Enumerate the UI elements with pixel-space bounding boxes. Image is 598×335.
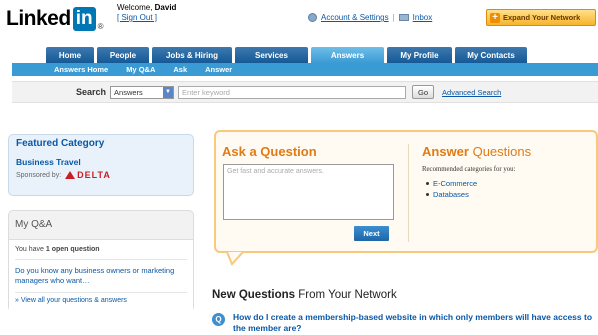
- welcome-block: Welcome, David [ Sign Out ]: [117, 3, 176, 23]
- open-questions-prefix: You have: [15, 246, 44, 253]
- subnav-ask[interactable]: Ask: [173, 65, 187, 74]
- answer-title-a: Answer: [422, 144, 469, 159]
- account-settings-icon: [308, 13, 317, 22]
- question-textarea[interactable]: Get fast and accurate answers.: [223, 164, 394, 220]
- my-qa-body: You have 1 open question Do you know any…: [9, 239, 193, 312]
- my-qa-title: My Q&A: [15, 219, 53, 230]
- subnav-answer[interactable]: Answer: [205, 65, 232, 74]
- delta-logo[interactable]: DELTA: [65, 170, 111, 180]
- category-link[interactable]: E-Commerce: [433, 179, 477, 188]
- tab-jobs-hiring[interactable]: Jobs & Hiring: [152, 47, 232, 63]
- featured-category-link[interactable]: Business Travel: [16, 157, 186, 167]
- featured-category-title: Featured Category: [16, 138, 105, 149]
- open-questions-line: You have 1 open question: [15, 246, 187, 260]
- sign-out-link[interactable]: [ Sign Out ]: [117, 13, 157, 22]
- subnav-my-qa[interactable]: My Q&A: [126, 65, 155, 74]
- tab-people[interactable]: People: [97, 47, 149, 63]
- new-questions-title-rest: From Your Network: [298, 289, 397, 301]
- open-questions-count[interactable]: 1 open question: [46, 246, 100, 253]
- answers-subnav: Answers Home My Q&A Ask Answer: [12, 63, 598, 76]
- separator: |: [392, 13, 395, 22]
- inbox-link[interactable]: Inbox: [413, 13, 433, 22]
- bullet-icon: [426, 193, 429, 196]
- main-tabs: Home People Jobs & Hiring Services Answe…: [46, 47, 527, 63]
- tab-home[interactable]: Home: [46, 47, 94, 63]
- sponsored-by-label: Sponsored by:: [16, 171, 62, 179]
- expand-network-button[interactable]: + Expand Your Network: [486, 9, 596, 26]
- answer-title-b: Questions: [472, 144, 532, 159]
- tab-my-profile[interactable]: My Profile: [387, 47, 452, 63]
- category-item[interactable]: E-Commerce: [426, 179, 477, 188]
- linkedin-logo[interactable]: Linked in ®: [6, 6, 103, 32]
- new-questions-title-bold: New Questions: [212, 289, 296, 301]
- featured-category-box: Featured Category Business Travel Sponso…: [8, 134, 194, 196]
- recommended-categories-list: E-Commerce Databases: [426, 179, 477, 201]
- search-bar: Search Answers ▼ Enter keyword Go Advanc…: [12, 81, 598, 103]
- tab-my-contacts[interactable]: My Contacts: [455, 47, 527, 63]
- expand-network-label: Expand Your Network: [503, 13, 581, 22]
- search-scope-value: Answers: [114, 87, 143, 97]
- logo-registered-mark: ®: [97, 22, 104, 31]
- logo-text: Linked: [6, 7, 71, 30]
- panel-divider: [408, 144, 409, 242]
- user-name: David: [154, 3, 177, 12]
- advanced-search-link[interactable]: Advanced Search: [442, 88, 501, 97]
- ask-question-title: Ask a Question: [222, 144, 317, 159]
- question-icon: Q: [212, 313, 225, 326]
- my-question-link[interactable]: Do you know any business owners or marke…: [15, 266, 187, 293]
- category-item[interactable]: Databases: [426, 190, 477, 199]
- bullet-icon: [426, 182, 429, 185]
- delta-logo-text: DELTA: [77, 170, 111, 180]
- search-go-button[interactable]: Go: [412, 85, 435, 99]
- welcome-text: Welcome,: [117, 3, 153, 12]
- category-link[interactable]: Databases: [433, 190, 469, 199]
- speech-bubble-tail: [226, 252, 244, 266]
- answer-questions-title: Answer Questions: [422, 144, 531, 159]
- next-button[interactable]: Next: [354, 226, 389, 241]
- question-link[interactable]: How do I create a membership-based websi…: [233, 312, 593, 334]
- logo-in-box: in: [72, 7, 96, 31]
- delta-triangle-icon: [65, 171, 76, 179]
- sponsored-by: Sponsored by: DELTA: [16, 170, 186, 180]
- new-questions-heading: New Questions From Your Network: [212, 289, 397, 301]
- tab-services[interactable]: Services: [235, 47, 308, 63]
- tab-answers[interactable]: Answers: [311, 47, 384, 63]
- list-item: Q How do I create a membership-based web…: [212, 312, 593, 334]
- plus-icon: +: [490, 12, 500, 23]
- recommended-categories-label: Recommended categories for you:: [422, 166, 516, 173]
- subnav-answers-home[interactable]: Answers Home: [54, 65, 108, 74]
- my-qa-box: My Q&A You have 1 open question Do you k…: [8, 210, 194, 312]
- inbox-icon: [398, 14, 409, 21]
- account-settings-link[interactable]: Account & Settings: [321, 13, 389, 22]
- search-label: Search: [76, 87, 107, 97]
- search-input[interactable]: Enter keyword: [178, 85, 407, 99]
- chevron-down-icon: ▼: [163, 86, 174, 98]
- view-all-questions-link[interactable]: » View all your questions & answers: [15, 297, 187, 304]
- account-bar: Account & Settings | Inbox: [308, 13, 432, 22]
- search-scope-select[interactable]: Answers ▼: [110, 85, 175, 99]
